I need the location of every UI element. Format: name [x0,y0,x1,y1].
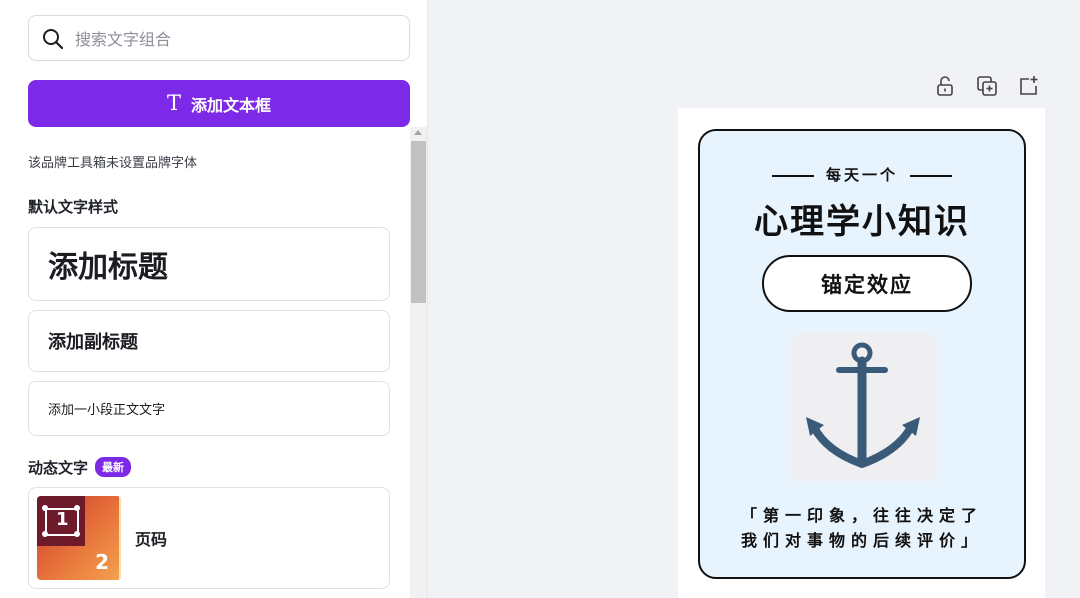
design-headline[interactable]: 心理学小知识 [700,194,1024,243]
eyebrow-line-left [771,174,814,177]
thumb-number-two: 2 [95,550,109,574]
duplicate-icon[interactable] [975,74,999,98]
panel-scrollbar[interactable] [410,127,427,598]
add-textbox-label: 添加文本框 [191,95,272,115]
thumb-number-one: 1 [56,509,69,530]
thumb-handle [74,505,80,511]
dynamic-text-title: 动态文字 最新 [28,457,132,478]
text-panel: T 添加文本框 该品牌工具箱未设置品牌字体 默认文字样式 添加标题 添加副标题 … [0,0,428,598]
text-icon: T [166,91,181,115]
search-input[interactable] [75,27,395,51]
topic-pill[interactable]: 锚定效应 [762,255,972,312]
eyebrow-line-right [910,174,952,177]
new-badge: 最新 [95,457,132,477]
add-subheading-card[interactable]: 添加副标题 [28,310,390,372]
thumb-handle [42,531,48,537]
add-body-text-label: 添加一小段正文文字 [48,403,166,418]
add-subheading-label: 添加副标题 [48,332,138,353]
thumb-handle [74,531,80,537]
add-body-text-card[interactable]: 添加一小段正文文字 [28,381,390,436]
thumb-handle [42,505,48,511]
lock-icon[interactable] [933,74,957,98]
search-box[interactable] [28,15,410,61]
page-number-card[interactable]: 1 2 页码 [28,487,390,589]
quote-line-2[interactable]: 我们对事物的后续评价」 [700,527,1024,551]
dynamic-text-label: 动态文字 [28,459,89,477]
add-textbox-button[interactable]: T 添加文本框 [28,80,410,127]
page-number-label: 页码 [135,530,168,549]
thumb-edge [119,496,121,580]
design-card[interactable]: 每天一个 心理学小知识 锚定效应 「第一印象，往往决定了 我们对事物的后续评价」 [698,129,1026,579]
add-heading-card[interactable]: 添加标题 [28,227,390,301]
scroll-up-arrow-icon[interactable] [414,130,422,135]
add-heading-label: 添加标题 [48,250,168,285]
scroll-thumb[interactable] [411,141,426,303]
page-number-thumbnail: 1 2 [37,496,121,580]
anchor-image[interactable] [790,333,938,481]
quote-line-1[interactable]: 「第一印象，往往决定了 [700,502,1024,526]
brand-font-notice: 该品牌工具箱未设置品牌字体 [28,156,198,171]
eyebrow-label: 每天一个 [825,166,898,184]
add-page-icon[interactable] [1016,74,1040,98]
default-styles-title: 默认文字样式 [28,198,119,216]
anchor-icon [806,342,920,468]
design-page[interactable]: 每天一个 心理学小知识 锚定效应 「第一印象，往往决定了 我们对事物的后续评价」 [678,108,1045,598]
eyebrow-text[interactable]: 每天一个 [700,164,1024,185]
topic-pill-label: 锚定效应 [821,272,913,297]
search-icon [43,29,64,50]
